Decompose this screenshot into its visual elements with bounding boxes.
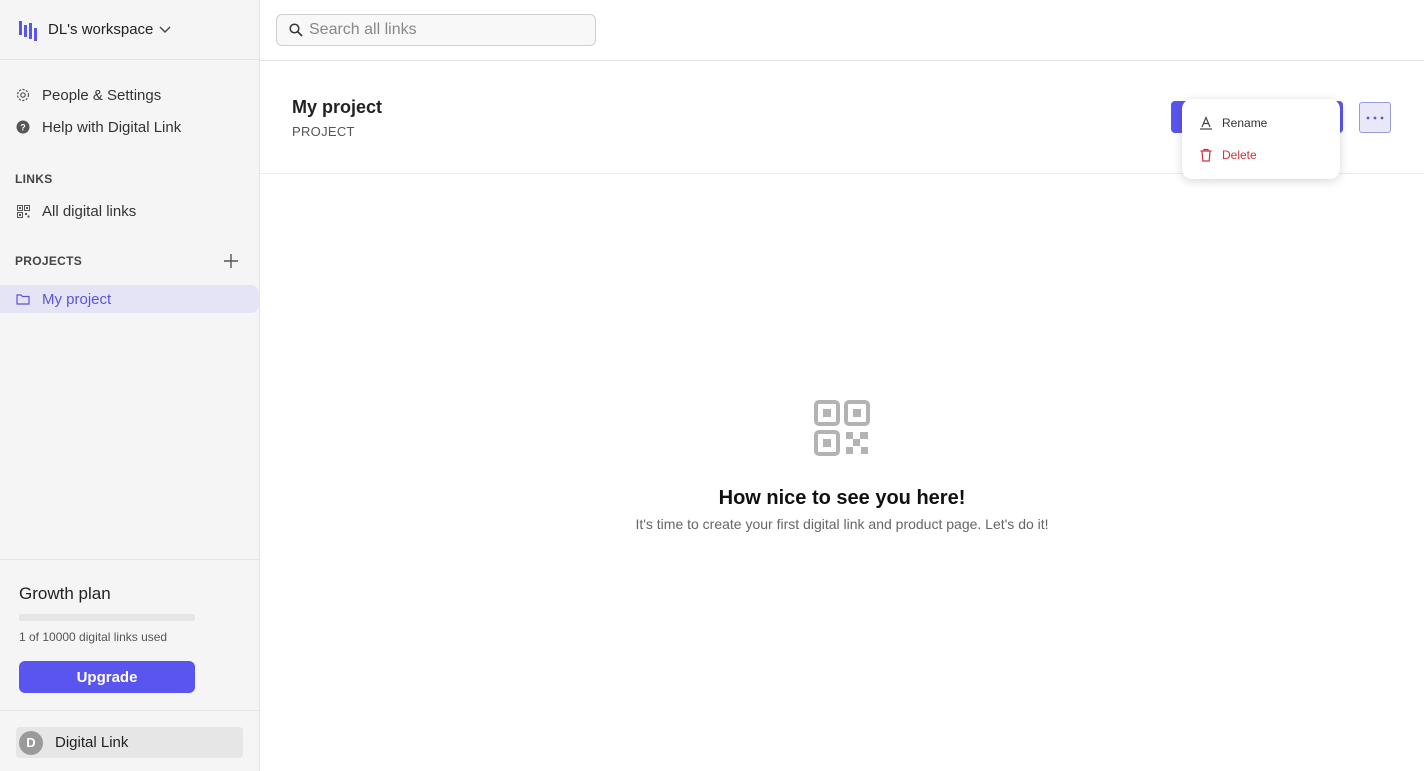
qr-code-icon (16, 204, 30, 218)
sidebar-item-label: All digital links (42, 202, 137, 220)
sidebar-item-all-links[interactable]: All digital links (0, 197, 260, 225)
sidebar-item-settings[interactable]: People & Settings (0, 81, 260, 109)
search-box[interactable] (276, 14, 596, 46)
more-dots-icon (1366, 116, 1384, 119)
empty-state-subtitle: It's time to create your first digital l… (635, 516, 1049, 532)
upgrade-button[interactable]: Upgrade (19, 661, 195, 693)
avatar: D (19, 730, 43, 755)
page-subtitle: PROJECT (292, 124, 355, 139)
user-name: Digital Link (55, 734, 129, 751)
sidebar-item-label: People & Settings (42, 86, 162, 104)
plan-panel: Growth plan 1 of 10000 digital links use… (0, 559, 259, 710)
plan-usage-bar (19, 614, 195, 621)
search-input[interactable] (309, 21, 589, 39)
sidebar: DL's workspace People & Settings ? Help … (0, 0, 260, 771)
help-icon: ? (16, 120, 30, 134)
user-area: D Digital Link (0, 710, 259, 771)
page-title: My project (292, 97, 383, 117)
workspace-name: DL's workspace (48, 21, 154, 38)
app-logo-icon (19, 20, 37, 41)
sidebar-item-my-project[interactable]: My project (0, 285, 259, 313)
add-project-icon[interactable] (222, 252, 240, 270)
svg-text:?: ? (20, 123, 26, 133)
sidebar-item-help[interactable]: ? Help with Digital Link (0, 113, 260, 141)
menu-item-label: Rename (1222, 116, 1268, 130)
menu-item-label: Delete (1222, 148, 1257, 162)
trash-icon (1200, 148, 1212, 162)
links-section-label: LINKS (15, 172, 53, 186)
qr-code-icon (814, 400, 870, 456)
empty-state-title: How nice to see you here! (718, 487, 966, 509)
empty-state: How nice to see you here! It's time to c… (260, 400, 1424, 532)
more-options-button[interactable] (1359, 102, 1391, 133)
top-bar (260, 0, 1424, 61)
folder-icon (16, 294, 30, 305)
rename-icon (1200, 116, 1212, 130)
sidebar-item-label: My project (42, 290, 112, 308)
workspace-switcher[interactable]: DL's workspace (0, 0, 259, 60)
sidebar-item-label: Help with Digital Link (42, 118, 182, 136)
menu-item-delete[interactable]: Delete (1182, 144, 1340, 166)
gear-icon (16, 88, 30, 102)
search-icon (289, 23, 303, 37)
projects-section-label: PROJECTS (15, 254, 83, 268)
plan-title: Growth plan (19, 584, 111, 603)
user-menu[interactable]: D Digital Link (16, 727, 243, 758)
project-options-menu: Rename Delete (1182, 99, 1340, 179)
chevron-down-icon (159, 26, 171, 33)
menu-item-rename[interactable]: Rename (1182, 112, 1340, 134)
plan-usage-text: 1 of 10000 digital links used (19, 630, 168, 644)
